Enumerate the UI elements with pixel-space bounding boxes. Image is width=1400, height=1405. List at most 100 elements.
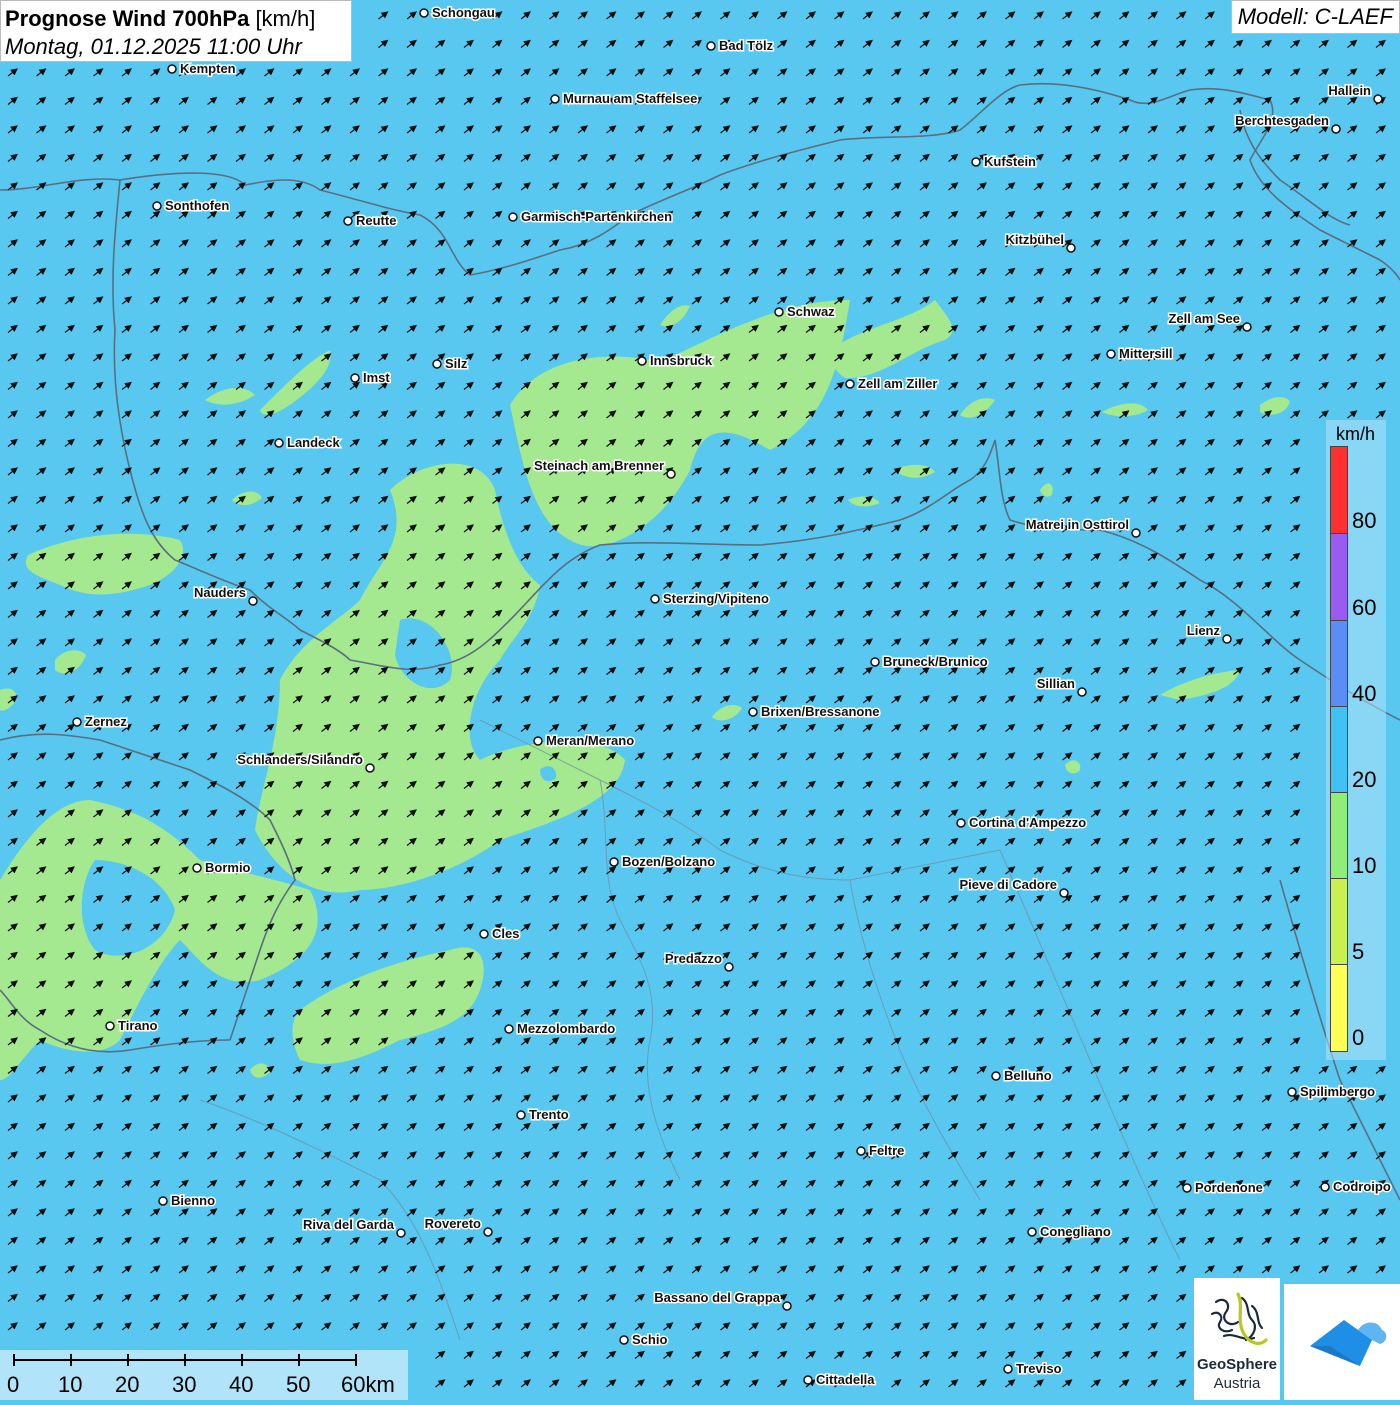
scale-label-20: 20: [115, 1372, 140, 1397]
legend-swatch-80: [1330, 446, 1348, 534]
city-marker[interactable]: [706, 41, 716, 51]
city-label: Cortina d'Ampezzo: [969, 815, 1086, 830]
city-marker[interactable]: [1373, 94, 1383, 104]
city-label: Mezzolombardo: [517, 1021, 615, 1036]
city-marker[interactable]: [1027, 1227, 1037, 1237]
legend-unit: km/h: [1336, 424, 1376, 444]
city-label: Zell am Ziller: [858, 376, 937, 391]
city-label: Pieve di Cadore: [959, 877, 1057, 892]
legend-swatch-10: [1330, 792, 1348, 880]
city-marker[interactable]: [158, 1196, 168, 1206]
title-unit: [km/h]: [255, 6, 316, 31]
city-label: Garmisch-Partenkirchen: [521, 209, 672, 224]
city-marker[interactable]: [72, 717, 82, 727]
city-label: Berchtesgaden: [1235, 113, 1329, 128]
city-marker[interactable]: [516, 1110, 526, 1120]
city-label: Kempten: [180, 61, 236, 76]
city-marker[interactable]: [167, 64, 177, 74]
city-marker[interactable]: [1106, 349, 1116, 359]
city-marker[interactable]: [619, 1335, 629, 1345]
city-marker[interactable]: [396, 1228, 406, 1238]
city-label: Schio: [632, 1332, 667, 1347]
city-label: Rovereto: [425, 1216, 481, 1231]
city-marker[interactable]: [1242, 322, 1252, 332]
app-logo[interactable]: [1284, 1284, 1400, 1400]
city-marker[interactable]: [748, 707, 758, 717]
city-marker[interactable]: [782, 1301, 792, 1311]
city-marker[interactable]: [274, 438, 284, 448]
scale-label-40: 40: [229, 1372, 254, 1397]
city-marker[interactable]: [419, 8, 429, 18]
city-marker[interactable]: [248, 596, 258, 606]
city-marker[interactable]: [845, 379, 855, 389]
city-marker[interactable]: [508, 212, 518, 222]
city-marker[interactable]: [152, 201, 162, 211]
city-marker[interactable]: [1066, 243, 1076, 253]
city-marker[interactable]: [365, 763, 375, 773]
legend-label-80: 80: [1352, 508, 1377, 533]
city-marker[interactable]: [991, 1071, 1001, 1081]
city-marker[interactable]: [105, 1021, 115, 1031]
city-label: Tirano: [118, 1018, 158, 1033]
city-label: Brixen/Bressanone: [761, 704, 880, 719]
city-label: Sterzing/Vipiteno: [663, 591, 769, 606]
city-marker[interactable]: [1287, 1087, 1297, 1097]
city-marker[interactable]: [350, 373, 360, 383]
city-marker[interactable]: [650, 594, 660, 604]
wind-map[interactable]: Schongau Bad Tölz Kempten Murnau am Staffel…: [0, 0, 1400, 1400]
city-label: Bad Tölz: [719, 38, 774, 53]
city-label: Zell am See: [1168, 311, 1240, 326]
scale-ruler: [13, 1354, 357, 1366]
city-label: Bormio: [205, 860, 251, 875]
scale-label-50: 50: [286, 1372, 311, 1397]
city-label: Matrei in Osttirol: [1026, 517, 1129, 532]
city-marker[interactable]: [971, 157, 981, 167]
city-label: Kufstein: [984, 154, 1036, 169]
legend-swatch-5: [1330, 878, 1348, 966]
city-marker[interactable]: [666, 469, 676, 479]
city-marker[interactable]: [192, 863, 202, 873]
city-label: Murnau am Staffelsee: [563, 91, 697, 106]
scale-bar: 0 10 20 30 40 50 60km: [0, 1350, 408, 1400]
city-marker[interactable]: [504, 1024, 514, 1034]
city-label: Codroipo: [1333, 1179, 1391, 1194]
city-marker[interactable]: [483, 1227, 493, 1237]
city-marker[interactable]: [1182, 1183, 1192, 1193]
city-marker[interactable]: [533, 736, 543, 746]
city-marker[interactable]: [550, 94, 560, 104]
city-marker[interactable]: [479, 929, 489, 939]
city-marker[interactable]: [1003, 1364, 1013, 1374]
city-marker[interactable]: [1320, 1182, 1330, 1192]
city-marker[interactable]: [870, 657, 880, 667]
city-marker[interactable]: [1222, 634, 1232, 644]
city-label: Imst: [363, 370, 390, 385]
city-marker[interactable]: [774, 307, 784, 317]
map-title: Prognose Wind 700hPa: [5, 6, 250, 31]
city-marker[interactable]: [1131, 528, 1141, 538]
city-marker[interactable]: [724, 962, 734, 972]
legend-swatch-60: [1330, 533, 1348, 621]
city-marker[interactable]: [609, 857, 619, 867]
city-label: Hallein: [1328, 83, 1371, 98]
city-marker[interactable]: [637, 356, 647, 366]
geosphere-mark-icon: [1210, 1292, 1268, 1345]
city-marker[interactable]: [343, 216, 353, 226]
city-label: Schwaz: [787, 304, 835, 319]
geosphere-country: Austria: [1213, 1375, 1261, 1392]
city-marker[interactable]: [856, 1146, 866, 1156]
city-marker[interactable]: [956, 818, 966, 828]
city-marker[interactable]: [432, 359, 442, 369]
legend-label-60: 60: [1352, 595, 1377, 620]
city-marker[interactable]: [1331, 124, 1341, 134]
legend-label-0: 0: [1352, 1025, 1365, 1050]
scale-label-30: 30: [172, 1372, 197, 1397]
legend-label-10: 10: [1352, 853, 1377, 878]
city-marker[interactable]: [1059, 888, 1069, 898]
city-marker[interactable]: [803, 1375, 813, 1385]
geosphere-logo[interactable]: GeoSphere Austria: [1194, 1278, 1280, 1400]
city-marker[interactable]: [1077, 687, 1087, 697]
title-row: Prognose Wind 700hPa [km/h]: [5, 5, 351, 33]
city-label: Belluno: [1004, 1068, 1052, 1083]
city-label: Predazzo: [665, 951, 722, 966]
cloud-arrow-icon: [1310, 1320, 1387, 1366]
